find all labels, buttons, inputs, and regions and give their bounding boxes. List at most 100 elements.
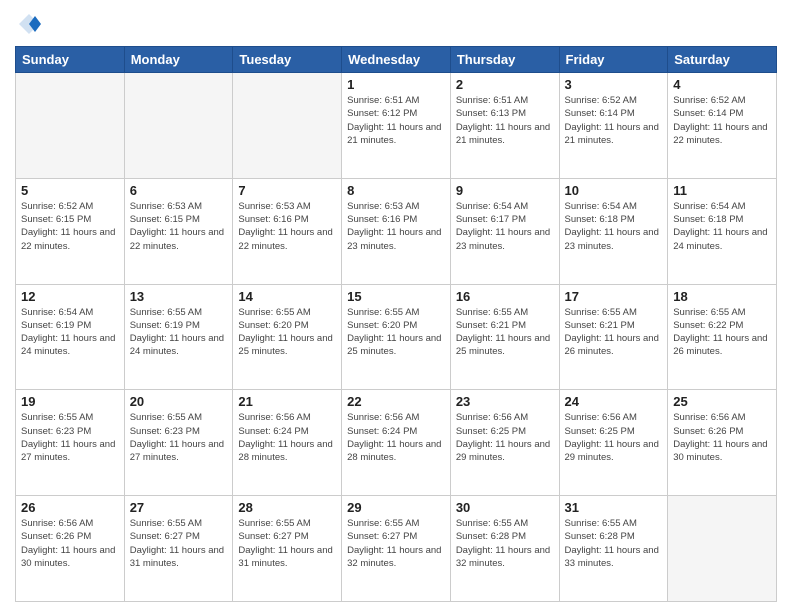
day-number: 11	[673, 183, 771, 198]
day-number: 1	[347, 77, 445, 92]
day-number: 29	[347, 500, 445, 515]
day-info: Sunrise: 6:55 AM Sunset: 6:20 PM Dayligh…	[238, 306, 336, 359]
day-number: 28	[238, 500, 336, 515]
logo	[15, 10, 47, 38]
day-number: 22	[347, 394, 445, 409]
day-number: 27	[130, 500, 228, 515]
calendar-cell: 7 Sunrise: 6:53 AM Sunset: 6:16 PM Daylig…	[233, 178, 342, 284]
calendar-cell: 17 Sunrise: 6:55 AM Sunset: 6:21 PM Dayli…	[559, 284, 668, 390]
week-row-2: 12Sunrise: 6:54 AM Sunset: 6:19 PM Dayli…	[16, 284, 777, 390]
day-number: 13	[130, 289, 228, 304]
day-header-thursday: Thursday	[450, 47, 559, 73]
calendar-cell: 13 Sunrise: 6:55 AM Sunset: 6:19 PM Dayli…	[124, 284, 233, 390]
calendar-cell: 29 Sunrise: 6:55 AM Sunset: 6:27 PM Dayli…	[342, 496, 451, 602]
week-row-4: 26 Sunrise: 6:56 AM Sunset: 6:26 PM Dayli…	[16, 496, 777, 602]
day-info: Sunrise: 6:55 AM Sunset: 6:23 PM Dayligh…	[21, 411, 119, 464]
day-header-tuesday: Tuesday	[233, 47, 342, 73]
calendar-cell: 25 Sunrise: 6:56 AM Sunset: 6:26 PM Dayli…	[668, 390, 777, 496]
calendar-cell	[233, 73, 342, 179]
day-number: 16	[456, 289, 554, 304]
day-header-monday: Monday	[124, 47, 233, 73]
day-info: Sunrise: 6:56 AM Sunset: 6:25 PM Dayligh…	[456, 411, 554, 464]
calendar-cell	[668, 496, 777, 602]
calendar-cell: 6 Sunrise: 6:53 AM Sunset: 6:15 PM Daylig…	[124, 178, 233, 284]
calendar-cell: 2 Sunrise: 6:51 AM Sunset: 6:13 PM Daylig…	[450, 73, 559, 179]
day-header-friday: Friday	[559, 47, 668, 73]
calendar-cell: 12Sunrise: 6:54 AM Sunset: 6:19 PM Dayli…	[16, 284, 125, 390]
calendar-cell: 24Sunrise: 6:56 AM Sunset: 6:25 PM Dayli…	[559, 390, 668, 496]
day-info: Sunrise: 6:56 AM Sunset: 6:26 PM Dayligh…	[673, 411, 771, 464]
day-info: Sunrise: 6:55 AM Sunset: 6:21 PM Dayligh…	[456, 306, 554, 359]
day-info: Sunrise: 6:54 AM Sunset: 6:18 PM Dayligh…	[565, 200, 663, 253]
calendar-body: 1 Sunrise: 6:51 AM Sunset: 6:12 PM Daylig…	[16, 73, 777, 602]
calendar-cell	[124, 73, 233, 179]
day-info: Sunrise: 6:54 AM Sunset: 6:19 PM Dayligh…	[21, 306, 119, 359]
calendar-cell: 10 Sunrise: 6:54 AM Sunset: 6:18 PM Dayli…	[559, 178, 668, 284]
week-row-1: 5Sunrise: 6:52 AM Sunset: 6:15 PM Daylig…	[16, 178, 777, 284]
calendar-cell	[16, 73, 125, 179]
day-info: Sunrise: 6:55 AM Sunset: 6:27 PM Dayligh…	[238, 517, 336, 570]
day-info: Sunrise: 6:56 AM Sunset: 6:26 PM Dayligh…	[21, 517, 119, 570]
day-info: Sunrise: 6:52 AM Sunset: 6:14 PM Dayligh…	[673, 94, 771, 147]
calendar: SundayMondayTuesdayWednesdayThursdayFrid…	[15, 46, 777, 602]
day-info: Sunrise: 6:56 AM Sunset: 6:25 PM Dayligh…	[565, 411, 663, 464]
calendar-cell: 8Sunrise: 6:53 AM Sunset: 6:16 PM Daylig…	[342, 178, 451, 284]
calendar-cell: 11 Sunrise: 6:54 AM Sunset: 6:18 PM Dayli…	[668, 178, 777, 284]
calendar-cell: 31 Sunrise: 6:55 AM Sunset: 6:28 PM Dayli…	[559, 496, 668, 602]
header	[15, 10, 777, 38]
day-number: 25	[673, 394, 771, 409]
day-info: Sunrise: 6:51 AM Sunset: 6:12 PM Dayligh…	[347, 94, 445, 147]
calendar-cell: 5Sunrise: 6:52 AM Sunset: 6:15 PM Daylig…	[16, 178, 125, 284]
day-number: 5	[21, 183, 119, 198]
day-header-wednesday: Wednesday	[342, 47, 451, 73]
day-number: 2	[456, 77, 554, 92]
calendar-cell: 22 Sunrise: 6:56 AM Sunset: 6:24 PM Dayli…	[342, 390, 451, 496]
day-info: Sunrise: 6:53 AM Sunset: 6:15 PM Dayligh…	[130, 200, 228, 253]
day-info: Sunrise: 6:55 AM Sunset: 6:21 PM Dayligh…	[565, 306, 663, 359]
day-info: Sunrise: 6:51 AM Sunset: 6:13 PM Dayligh…	[456, 94, 554, 147]
day-number: 3	[565, 77, 663, 92]
calendar-cell: 16 Sunrise: 6:55 AM Sunset: 6:21 PM Dayli…	[450, 284, 559, 390]
calendar-cell: 1 Sunrise: 6:51 AM Sunset: 6:12 PM Daylig…	[342, 73, 451, 179]
day-number: 19	[21, 394, 119, 409]
day-info: Sunrise: 6:55 AM Sunset: 6:27 PM Dayligh…	[130, 517, 228, 570]
day-header-saturday: Saturday	[668, 47, 777, 73]
day-info: Sunrise: 6:53 AM Sunset: 6:16 PM Dayligh…	[238, 200, 336, 253]
calendar-cell: 4 Sunrise: 6:52 AM Sunset: 6:14 PM Daylig…	[668, 73, 777, 179]
calendar-cell: 26 Sunrise: 6:56 AM Sunset: 6:26 PM Dayli…	[16, 496, 125, 602]
calendar-header: SundayMondayTuesdayWednesdayThursdayFrid…	[16, 47, 777, 73]
day-number: 26	[21, 500, 119, 515]
day-number: 17	[565, 289, 663, 304]
calendar-cell: 21 Sunrise: 6:56 AM Sunset: 6:24 PM Dayli…	[233, 390, 342, 496]
day-number: 10	[565, 183, 663, 198]
day-info: Sunrise: 6:52 AM Sunset: 6:14 PM Dayligh…	[565, 94, 663, 147]
week-row-0: 1 Sunrise: 6:51 AM Sunset: 6:12 PM Daylig…	[16, 73, 777, 179]
calendar-cell: 28 Sunrise: 6:55 AM Sunset: 6:27 PM Dayli…	[233, 496, 342, 602]
day-info: Sunrise: 6:55 AM Sunset: 6:22 PM Dayligh…	[673, 306, 771, 359]
day-info: Sunrise: 6:55 AM Sunset: 6:23 PM Dayligh…	[130, 411, 228, 464]
day-info: Sunrise: 6:55 AM Sunset: 6:19 PM Dayligh…	[130, 306, 228, 359]
day-info: Sunrise: 6:56 AM Sunset: 6:24 PM Dayligh…	[238, 411, 336, 464]
day-number: 7	[238, 183, 336, 198]
calendar-cell: 18Sunrise: 6:55 AM Sunset: 6:22 PM Dayli…	[668, 284, 777, 390]
day-number: 14	[238, 289, 336, 304]
day-info: Sunrise: 6:56 AM Sunset: 6:24 PM Dayligh…	[347, 411, 445, 464]
page: SundayMondayTuesdayWednesdayThursdayFrid…	[0, 0, 792, 612]
calendar-cell: 19 Sunrise: 6:55 AM Sunset: 6:23 PM Dayli…	[16, 390, 125, 496]
day-number: 20	[130, 394, 228, 409]
logo-icon	[15, 10, 43, 38]
day-number: 6	[130, 183, 228, 198]
day-number: 21	[238, 394, 336, 409]
day-info: Sunrise: 6:54 AM Sunset: 6:18 PM Dayligh…	[673, 200, 771, 253]
day-number: 30	[456, 500, 554, 515]
calendar-cell: 30 Sunrise: 6:55 AM Sunset: 6:28 PM Dayli…	[450, 496, 559, 602]
header-row: SundayMondayTuesdayWednesdayThursdayFrid…	[16, 47, 777, 73]
calendar-cell: 23Sunrise: 6:56 AM Sunset: 6:25 PM Dayli…	[450, 390, 559, 496]
week-row-3: 19 Sunrise: 6:55 AM Sunset: 6:23 PM Dayli…	[16, 390, 777, 496]
day-info: Sunrise: 6:55 AM Sunset: 6:27 PM Dayligh…	[347, 517, 445, 570]
day-info: Sunrise: 6:55 AM Sunset: 6:28 PM Dayligh…	[565, 517, 663, 570]
day-number: 4	[673, 77, 771, 92]
day-number: 8	[347, 183, 445, 198]
day-number: 31	[565, 500, 663, 515]
day-info: Sunrise: 6:55 AM Sunset: 6:28 PM Dayligh…	[456, 517, 554, 570]
